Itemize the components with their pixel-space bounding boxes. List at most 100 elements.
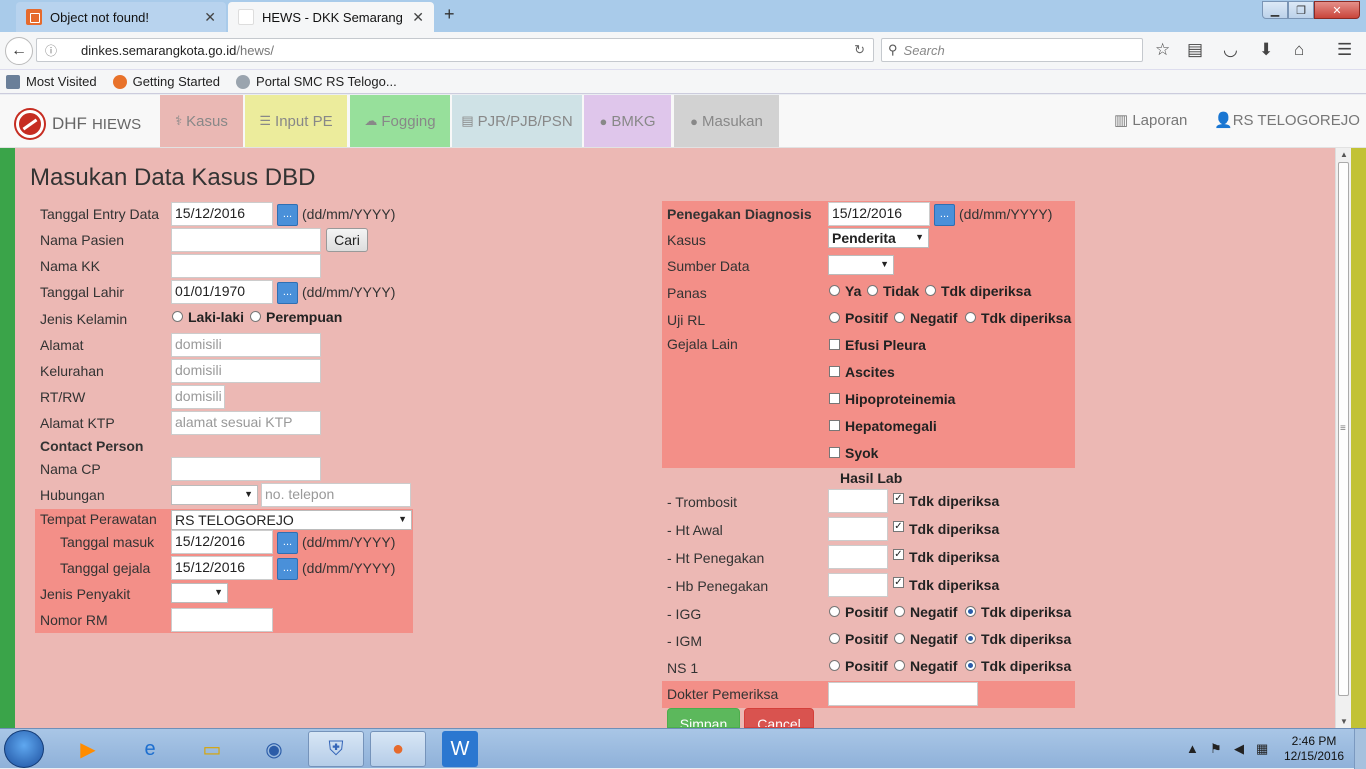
tab-hews[interactable]: HEWS - DKK Semarang ✕ (228, 2, 434, 32)
checkbox-syok[interactable] (829, 447, 840, 458)
scroll-down-icon[interactable]: ▼ (1340, 717, 1348, 726)
radio-panas-ya[interactable] (829, 285, 840, 296)
radio-igm-positif[interactable] (829, 633, 840, 644)
reload-icon[interactable]: ↻ (854, 42, 865, 58)
simpan-button[interactable]: Simpan (667, 708, 740, 728)
jenis-penyakit-select[interactable]: ▼ (171, 583, 228, 603)
tab-object-not-found[interactable]: Object not found! ✕ (16, 2, 226, 32)
calendar-button[interactable]: ... (277, 532, 298, 554)
checkbox-hipoproteinemia[interactable] (829, 393, 840, 404)
menu-kasus[interactable]: ⚕ Kasus (160, 95, 243, 147)
calendar-button[interactable]: ... (277, 282, 298, 304)
radio-ujirl-negatif[interactable] (894, 312, 905, 323)
menu-laporan[interactable]: ▥ Laporan (1114, 111, 1187, 129)
radio-igg-positif[interactable] (829, 606, 840, 617)
alamat-field[interactable]: domisili (171, 333, 321, 357)
calendar-button[interactable]: ... (277, 204, 298, 226)
scroll-up-icon[interactable]: ▲ (1340, 150, 1348, 159)
radio-igm-negatif[interactable] (894, 633, 905, 644)
home-icon[interactable]: ⌂ (1294, 40, 1304, 60)
menu-pjr[interactable]: ▤ PJR/PJB/PSN (452, 95, 582, 147)
close-tab-icon[interactable]: ✕ (412, 9, 424, 26)
tanggal-lahir-field[interactable]: 01/01/1970 (171, 280, 273, 304)
nama-kk-field[interactable] (171, 254, 321, 278)
tray-expand-icon[interactable]: ▲ (1186, 741, 1199, 756)
back-icon[interactable]: ← (5, 37, 33, 65)
menu-bmkg[interactable]: ● BMKG (584, 95, 671, 147)
radio-igg-tdk[interactable] (965, 606, 976, 617)
radio-ns1-tdk[interactable] (965, 660, 976, 671)
radio-ujirl-tdk[interactable] (965, 312, 976, 323)
checkbox-ascites[interactable] (829, 366, 840, 377)
tempat-perawatan-select[interactable]: RS TELOGOREJO ▼ (171, 510, 412, 530)
network-icon[interactable]: ▦ (1256, 741, 1268, 757)
media-player-icon[interactable]: ▶ (60, 731, 116, 767)
checkbox-ht-penegakan-tdk[interactable]: ✓ (893, 549, 904, 560)
bookmark-most-visited[interactable]: Most Visited (6, 74, 97, 89)
nama-pasien-field[interactable] (171, 228, 321, 252)
trombosit-field[interactable] (828, 489, 888, 513)
ht-penegakan-field[interactable] (828, 545, 888, 569)
sumber-data-select[interactable]: ▼ (828, 255, 894, 275)
telepon-field[interactable]: no. telepon (261, 483, 411, 507)
thunderbird-icon[interactable]: ◉ (246, 731, 302, 767)
penegakan-field[interactable]: 15/12/2016 (828, 202, 930, 226)
wps-writer-icon[interactable]: W (442, 731, 478, 767)
menu-input-pe[interactable]: ☰ Input PE (245, 95, 347, 147)
cancel-button[interactable]: Cancel (744, 708, 814, 728)
checkbox-trombosit-tdk[interactable]: ✓ (893, 493, 904, 504)
tanggal-masuk-field[interactable]: 15/12/2016 (171, 530, 273, 554)
radio-laki-laki[interactable] (172, 311, 183, 322)
file-explorer-icon[interactable]: ▭ (184, 731, 240, 767)
vertical-scrollbar[interactable]: ▲ ≡ ▼ (1335, 148, 1351, 728)
internet-explorer-icon[interactable]: e (122, 731, 178, 767)
site-info-icon[interactable]: ⓘ (45, 42, 57, 59)
clock[interactable]: 2:46 PM 12/15/2016 (1284, 734, 1344, 764)
show-desktop-button[interactable] (1354, 729, 1366, 769)
radio-ns1-positif[interactable] (829, 660, 840, 671)
reading-list-icon[interactable]: ▤ (1187, 40, 1203, 60)
bookmark-portal-smc[interactable]: Portal SMC RS Telogo... (236, 74, 397, 89)
kasus-select[interactable]: Penderita ▼ (828, 228, 929, 248)
nama-cp-field[interactable] (171, 457, 321, 481)
new-tab-icon[interactable]: + (444, 4, 455, 25)
window-close-button[interactable]: ✕ (1314, 1, 1360, 19)
url-bar[interactable]: ⓘ dinkes.semarangkota.go.id/hews/ ↻ (36, 38, 874, 62)
nomor-rm-field[interactable] (171, 608, 273, 632)
cari-button[interactable]: Cari (326, 228, 368, 252)
hamburger-menu-icon[interactable]: ☰ (1337, 40, 1352, 60)
menu-masukan[interactable]: ● Masukan (674, 95, 779, 147)
hb-penegakan-field[interactable] (828, 573, 888, 597)
rtrw-field[interactable]: domisili (171, 385, 225, 409)
radio-ujirl-positif[interactable] (829, 312, 840, 323)
bookmark-star-icon[interactable]: ☆ (1155, 40, 1170, 60)
radio-ns1-negatif[interactable] (894, 660, 905, 671)
brand[interactable]: DHF HIEWS (16, 110, 141, 138)
checkbox-efusi-pleura[interactable] (829, 339, 840, 350)
radio-panas-tidak[interactable] (867, 285, 878, 296)
calendar-button[interactable]: ... (277, 558, 298, 580)
checkbox-hepatomegali[interactable] (829, 420, 840, 431)
tanggal-entry-field[interactable]: 15/12/2016 (171, 202, 273, 226)
start-button[interactable] (4, 730, 44, 768)
menu-fogging[interactable]: ☁ Fogging (350, 95, 450, 147)
volume-icon[interactable]: ◀ (1234, 741, 1244, 757)
close-tab-icon[interactable]: ✕ (204, 9, 216, 26)
maximize-button[interactable]: ❐ (1288, 1, 1314, 19)
download-icon[interactable]: ⬇ (1259, 40, 1273, 60)
menu-user[interactable]: 👤RS TELOGOREJO (1214, 111, 1360, 129)
firefox-taskbar-icon[interactable]: ● (370, 731, 426, 767)
radio-igg-negatif[interactable] (894, 606, 905, 617)
security-shield-icon[interactable]: ⛨ (308, 731, 364, 767)
minimize-button[interactable]: ▁ (1262, 1, 1288, 19)
radio-panas-tdk[interactable] (925, 285, 936, 296)
pocket-icon[interactable]: ◡ (1223, 40, 1238, 60)
checkbox-hb-penegakan-tdk[interactable]: ✓ (893, 577, 904, 588)
ht-awal-field[interactable] (828, 517, 888, 541)
checkbox-ht-awal-tdk[interactable]: ✓ (893, 521, 904, 532)
radio-igm-tdk[interactable] (965, 633, 976, 644)
hubungan-select[interactable]: ▼ (171, 485, 258, 505)
action-center-flag-icon[interactable]: ⚑ (1210, 741, 1222, 757)
alamat-ktp-field[interactable]: alamat sesuai KTP (171, 411, 321, 435)
radio-perempuan[interactable] (250, 311, 261, 322)
